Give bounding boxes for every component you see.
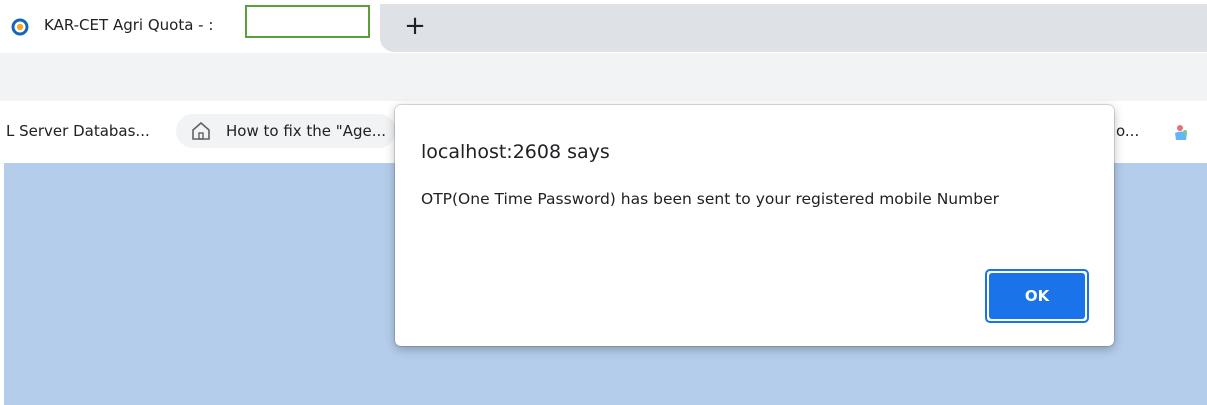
bookmark-sql-server[interactable]: L Server Databas... [6, 114, 172, 148]
redaction-box [245, 5, 370, 38]
site-favicon-icon [11, 18, 29, 36]
tab-strip: KAR-CET Agri Quota - : + [0, 0, 1207, 53]
dialog-title: localhost:2608 says [421, 141, 610, 163]
dialog-message: OTP(One Time Password) has been sent to … [421, 190, 999, 208]
ok-button-label: OK [989, 273, 1085, 319]
tab-strip-background [380, 4, 1207, 52]
ok-button[interactable]: OK [985, 269, 1089, 323]
bookmark-favicon-icon[interactable] [1172, 122, 1190, 142]
active-tab[interactable]: KAR-CET Agri Quota - : [0, 0, 380, 53]
bookmark-truncated[interactable]: o... [1116, 114, 1148, 148]
new-tab-button[interactable]: + [401, 12, 429, 40]
bookmark-how-to-fix[interactable]: How to fix the "Age... [176, 114, 396, 148]
tab-title: KAR-CET Agri Quota - : [44, 16, 214, 34]
bookmark-label: o... [1116, 122, 1140, 140]
alert-dialog: localhost:2608 says OTP(One Time Passwor… [395, 105, 1114, 346]
address-bar[interactable] [4, 58, 1207, 100]
bookmark-label: How to fix the "Age... [226, 122, 387, 140]
bookmark-label: L Server Databas... [6, 122, 150, 140]
home-icon [192, 121, 210, 140]
